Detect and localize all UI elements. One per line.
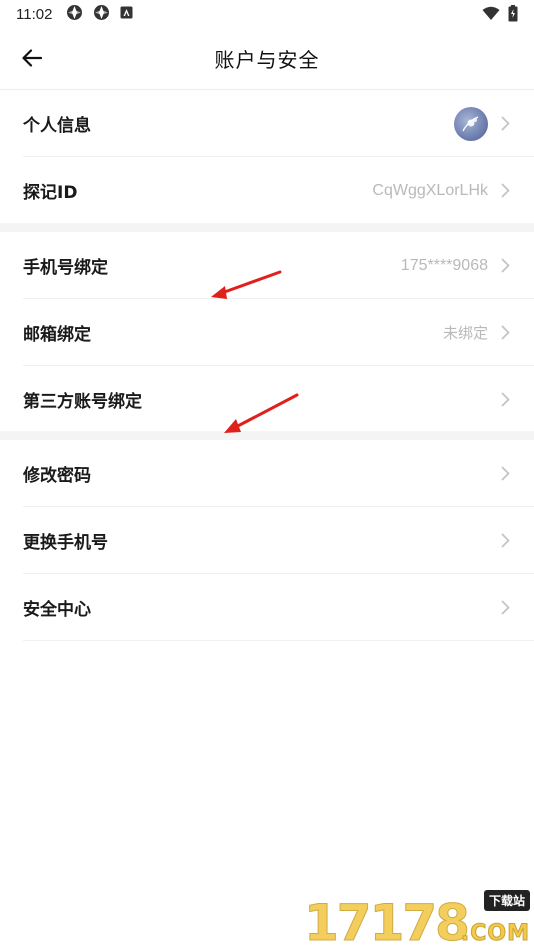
row-phone-binding[interactable]: 手机号绑定 175****9068 [0,232,534,299]
section-gap [0,431,534,440]
row-tanji-id[interactable]: 探记ID CqWggXLorLHk [0,157,534,224]
watermark-digits: 17178 [304,894,471,950]
row-change-password[interactable]: 修改密码 [0,440,534,507]
row-value: 未绑定 [442,324,488,342]
battery-icon [508,5,518,26]
status-bar: 11:02 [0,0,534,28]
row-third-party-binding[interactable]: 第三方账号绑定 [0,366,534,433]
chevron-right-icon [500,392,510,408]
page-title: 账户与安全 [214,48,320,72]
row-value: CqWggXLorLHk [372,181,488,199]
status-icons-right [482,5,518,26]
row-label: 邮箱绑定 [23,325,91,345]
chevron-right-icon [500,183,510,199]
status-time: 11:02 [16,5,53,23]
row-security-center[interactable]: 安全中心 [0,574,534,641]
chevron-right-icon [500,258,510,274]
chevron-right-icon [500,533,510,549]
chevron-right-icon [500,325,510,341]
status-icons-left [66,4,133,25]
app-notification-icon [120,5,133,23]
watermark-badge: 下载站 [483,890,530,911]
row-label: 个人信息 [23,116,91,136]
row-label: 手机号绑定 [23,258,108,278]
row-label: 安全中心 [23,600,91,620]
row-divider [23,640,534,641]
row-label: 探记ID [23,183,78,203]
chevron-right-icon [500,116,510,132]
row-label: 修改密码 [23,466,91,486]
row-label: 更换手机号 [23,533,108,553]
wifi-icon [482,6,500,25]
row-change-phone[interactable]: 更换手机号 [0,507,534,574]
header: 账户与安全 [0,28,534,89]
watermark-logo: 17178 下载站 .COM [304,888,534,950]
avatar[interactable] [454,106,488,141]
arrow-left-icon [22,49,42,67]
section-gap [0,223,534,232]
back-button[interactable] [16,42,48,74]
row-email-binding[interactable]: 邮箱绑定 未绑定 [0,299,534,366]
row-value: 175****9068 [400,256,488,274]
chevron-right-icon [500,600,510,616]
aperture-icon [66,4,83,25]
chevron-right-icon [500,466,510,482]
aperture-icon [93,4,110,25]
row-label: 第三方账号绑定 [23,392,142,412]
row-personal-info[interactable]: 个人信息 [0,90,534,157]
watermark-domain: .COM [460,921,530,947]
